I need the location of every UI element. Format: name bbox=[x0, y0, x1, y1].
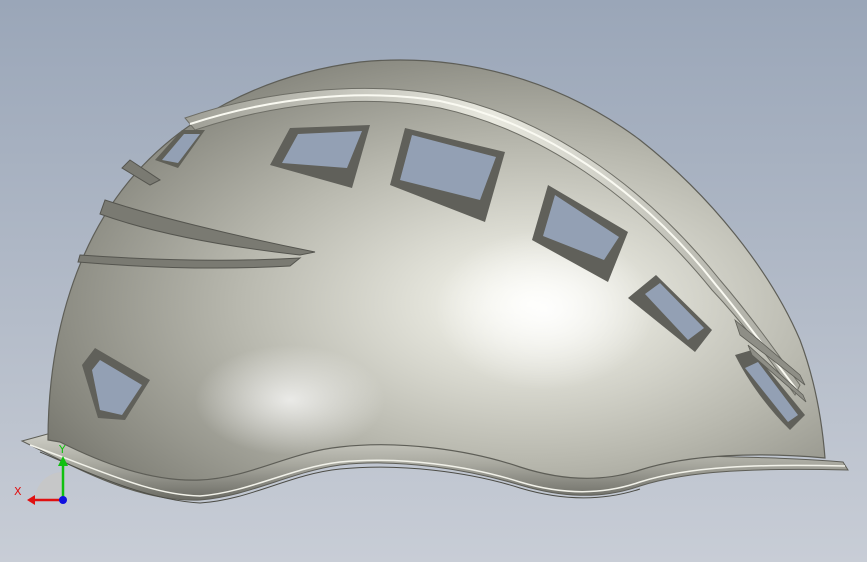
z-axis-dot bbox=[59, 496, 67, 504]
cad-viewport[interactable]: X Y bbox=[0, 0, 867, 562]
3d-model-view[interactable]: X Y bbox=[0, 0, 867, 562]
x-axis-label: X bbox=[14, 485, 22, 498]
y-axis-label: Y bbox=[58, 443, 66, 456]
highlight-main bbox=[435, 230, 655, 390]
highlight-secondary bbox=[195, 345, 385, 455]
